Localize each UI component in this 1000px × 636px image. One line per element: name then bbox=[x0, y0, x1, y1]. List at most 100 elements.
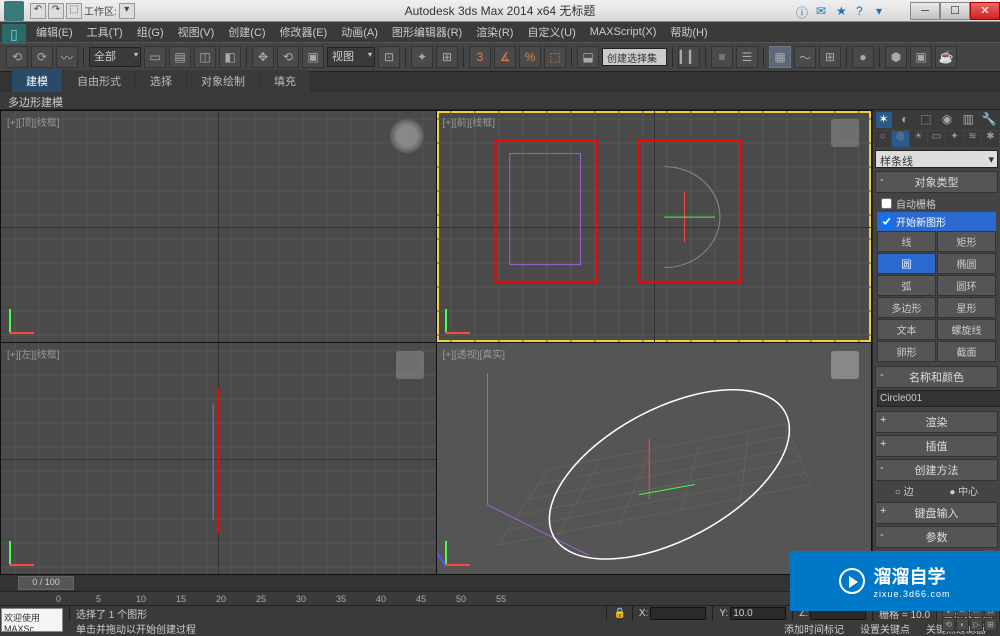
modify-tab-icon[interactable]: ◐ bbox=[897, 112, 913, 128]
render-icon[interactable]: ☕ bbox=[935, 46, 957, 68]
window-crossing-icon[interactable]: ◧ bbox=[219, 46, 241, 68]
viewport-front[interactable]: [+][前][线框] bbox=[437, 111, 872, 342]
rollout-header[interactable]: -名称和颜色 bbox=[875, 366, 998, 388]
close-button[interactable]: ✕ bbox=[970, 2, 1000, 20]
tab-populate[interactable]: 填充 bbox=[260, 69, 310, 92]
select-name-icon[interactable]: ▤ bbox=[169, 46, 191, 68]
qat-btn[interactable]: ⬚ bbox=[66, 3, 82, 19]
scale-icon[interactable]: ▣ bbox=[302, 46, 324, 68]
menu-create[interactable]: 创建(C) bbox=[222, 22, 271, 42]
selection-filter[interactable]: 全部 bbox=[89, 47, 141, 67]
space-icon[interactable]: ≋ bbox=[964, 131, 981, 147]
utilities-tab-icon[interactable]: 🔧 bbox=[981, 112, 997, 128]
redo-icon[interactable]: ↷ bbox=[48, 3, 64, 19]
curve-editor-icon[interactable]: 〜 bbox=[794, 46, 816, 68]
menu-animation[interactable]: 动画(A) bbox=[335, 22, 384, 42]
btn-donut[interactable]: 圆环 bbox=[937, 275, 996, 296]
bind-icon[interactable]: 〰 bbox=[56, 46, 78, 68]
orbit-icon[interactable]: ⟲ bbox=[942, 618, 955, 631]
display-tab-icon[interactable]: ▥ bbox=[960, 112, 976, 128]
rollout-render[interactable]: +渲染 bbox=[875, 411, 998, 433]
vp-label-front[interactable]: [+][前][线框] bbox=[443, 114, 496, 129]
lights-icon[interactable]: ☀ bbox=[910, 131, 927, 147]
menu-maxscript[interactable]: MAXScript(X) bbox=[584, 24, 663, 40]
menu-tools[interactable]: 工具(T) bbox=[81, 22, 129, 42]
vp-label-top[interactable]: [+][顶][线框] bbox=[7, 114, 60, 129]
tab-selection[interactable]: 选择 bbox=[136, 69, 186, 92]
unlink-icon[interactable]: ⟳ bbox=[31, 46, 53, 68]
workspace-dd-icon[interactable]: ▾ bbox=[119, 3, 135, 19]
x-input[interactable] bbox=[650, 607, 706, 620]
menu-customize[interactable]: 自定义(U) bbox=[521, 22, 581, 42]
btn-star[interactable]: 星形 bbox=[937, 297, 996, 318]
manip-icon[interactable]: ✦ bbox=[411, 46, 433, 68]
align-icon[interactable]: ≡ bbox=[711, 46, 733, 68]
ref-coord[interactable]: 视图 bbox=[327, 47, 375, 67]
radio-center[interactable]: ● 中心 bbox=[949, 483, 978, 498]
select-icon[interactable]: ▭ bbox=[144, 46, 166, 68]
viewcube-icon[interactable] bbox=[390, 119, 424, 153]
lock-icon[interactable]: 🔒 bbox=[607, 606, 632, 621]
menu-rendering[interactable]: 渲染(R) bbox=[470, 22, 519, 42]
search-dd-icon[interactable]: ▾ bbox=[876, 4, 890, 18]
render-setup-icon[interactable]: ⬢ bbox=[885, 46, 907, 68]
btn-line[interactable]: 线 bbox=[877, 231, 936, 252]
cameras-icon[interactable]: ▭ bbox=[928, 131, 945, 147]
shape-category-dropdown[interactable]: 样条线 bbox=[875, 150, 998, 168]
app-logo[interactable]: ▯ bbox=[2, 24, 26, 44]
maxscript-listener[interactable]: 欢迎使用 MAXSc bbox=[1, 608, 63, 632]
time-scrub-handle[interactable]: 0 / 100 bbox=[18, 576, 74, 590]
btn-circle[interactable]: 圆 bbox=[877, 253, 936, 274]
comm-icon[interactable]: ✉ bbox=[816, 4, 830, 18]
ribbon-toggle-icon[interactable]: ▦ bbox=[769, 46, 791, 68]
mirror-icon[interactable]: ▎▎ bbox=[678, 46, 700, 68]
editnamed-icon[interactable]: ⬓ bbox=[577, 46, 599, 68]
maxtoggle-icon[interactable]: ⊞ bbox=[984, 618, 997, 631]
rollout-header[interactable]: -对象类型 bbox=[875, 171, 998, 193]
layers-icon[interactable]: ☰ bbox=[736, 46, 758, 68]
btn-ngon[interactable]: 多边形 bbox=[877, 297, 936, 318]
material-icon[interactable]: ● bbox=[852, 46, 874, 68]
rotate-icon[interactable]: ⟲ bbox=[277, 46, 299, 68]
info-icon[interactable]: ⓘ bbox=[796, 4, 810, 18]
btn-section[interactable]: 截面 bbox=[937, 341, 996, 362]
app-icon[interactable] bbox=[4, 1, 24, 21]
systems-icon[interactable]: ✱ bbox=[982, 131, 999, 147]
rollout-header[interactable]: -创建方法 bbox=[875, 459, 998, 481]
select-rect-icon[interactable]: ◫ bbox=[194, 46, 216, 68]
btn-rectangle[interactable]: 矩形 bbox=[937, 231, 996, 252]
rollout-interp[interactable]: +插值 bbox=[875, 435, 998, 457]
hierarchy-tab-icon[interactable]: ⬚ bbox=[918, 112, 934, 128]
roll-icon[interactable]: ◐ bbox=[956, 618, 969, 631]
helpers-icon[interactable]: ✦ bbox=[946, 131, 963, 147]
schematic-icon[interactable]: ⊞ bbox=[819, 46, 841, 68]
minimize-button[interactable]: ─ bbox=[910, 2, 940, 20]
viewport-perspective[interactable]: [+][透视][真实] bbox=[437, 343, 872, 574]
shapes-icon[interactable]: ◎ bbox=[892, 131, 909, 147]
tab-objectpaint[interactable]: 对象绘制 bbox=[187, 69, 259, 92]
pivot-icon[interactable]: ⊡ bbox=[378, 46, 400, 68]
btn-text[interactable]: 文本 bbox=[877, 319, 936, 340]
menu-group[interactable]: 组(G) bbox=[131, 22, 170, 42]
object-name-input[interactable] bbox=[877, 390, 1000, 407]
snap-icon[interactable]: 3 bbox=[469, 46, 491, 68]
menu-edit[interactable]: 编辑(E) bbox=[30, 22, 79, 42]
btn-helix[interactable]: 螺旋线 bbox=[937, 319, 996, 340]
rollout-header[interactable]: -参数 bbox=[875, 526, 998, 548]
btn-arc[interactable]: 弧 bbox=[877, 275, 936, 296]
viewcube-icon[interactable] bbox=[831, 351, 859, 379]
btn-ellipse[interactable]: 椭圆 bbox=[937, 253, 996, 274]
maximize-button[interactable]: ☐ bbox=[940, 2, 970, 20]
viewport-top[interactable]: [+][顶][线框] bbox=[1, 111, 436, 342]
rollout-keyboard[interactable]: +键盘输入 bbox=[875, 502, 998, 524]
menu-help[interactable]: 帮助(H) bbox=[664, 22, 713, 42]
startnew-checkbox[interactable]: 开始新图形 bbox=[877, 212, 996, 231]
viewcube-icon[interactable] bbox=[396, 351, 424, 379]
autogrid-checkbox[interactable]: 自动栅格 bbox=[877, 195, 996, 212]
keymode-icon[interactable]: ⊞ bbox=[436, 46, 458, 68]
viewport-left[interactable]: [+][左][线框] bbox=[1, 343, 436, 574]
btn-egg[interactable]: 卵形 bbox=[877, 341, 936, 362]
menu-view[interactable]: 视图(V) bbox=[172, 22, 221, 42]
create-tab-icon[interactable]: ✶ bbox=[876, 112, 892, 128]
angle-snap-icon[interactable]: ∡ bbox=[494, 46, 516, 68]
